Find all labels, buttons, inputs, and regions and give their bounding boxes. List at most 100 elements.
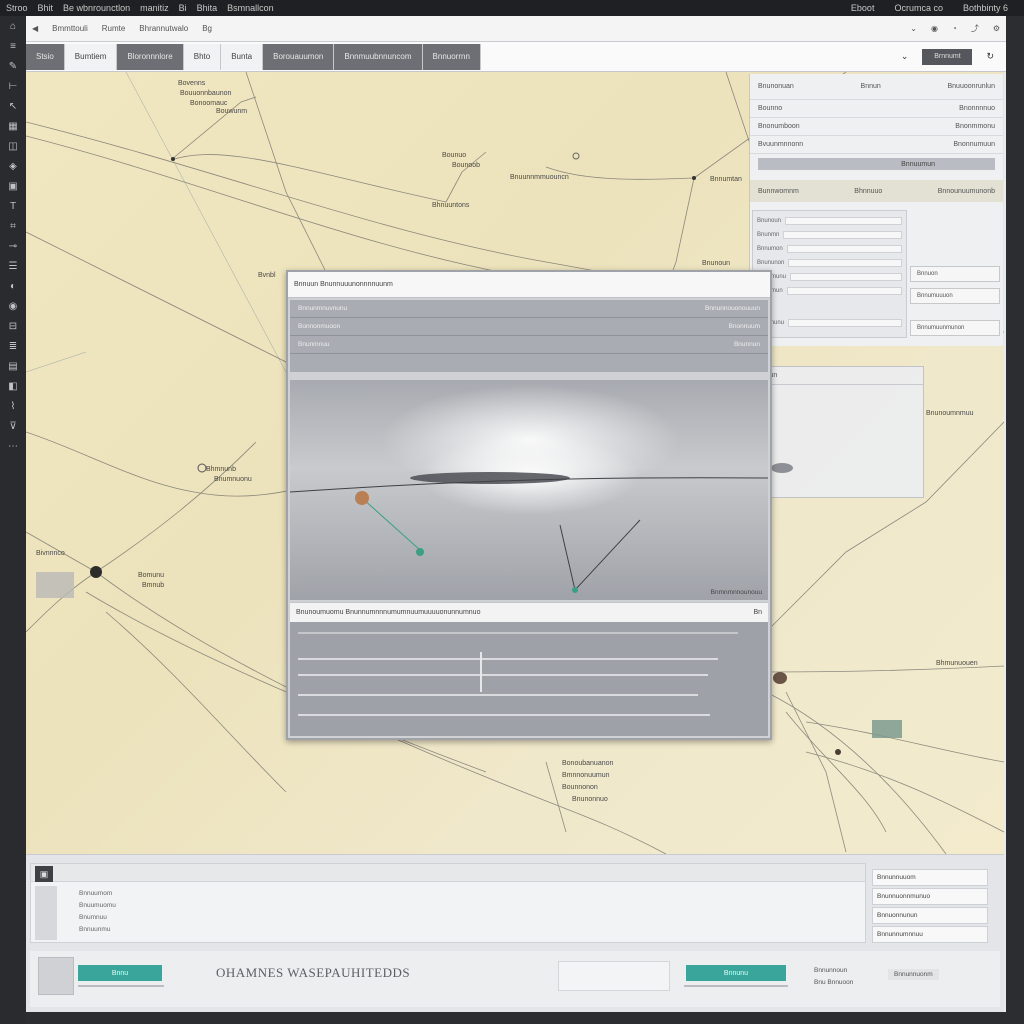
menu-item[interactable]: Bi [179,3,187,13]
pointer-icon[interactable]: ↖ [5,100,21,114]
timeline[interactable]: ▣ Bnnuumom Bnuumuomu Bnumnuu Bnnuunmu [30,863,866,943]
menu-status[interactable]: Bothbinty 6 [963,3,1008,13]
timeline-icon[interactable]: ▣ [35,866,53,882]
toolbar-item[interactable]: Bg [202,24,212,33]
thumbnail[interactable] [38,957,74,995]
crop-icon[interactable]: ⌗ [5,220,21,234]
menu-item[interactable]: Bhit [38,3,54,13]
list-item[interactable]: Bnnuonnunun [872,907,988,924]
list-item[interactable]: Bnunnuonnmunuo [872,888,988,905]
table-row[interactable]: Bnunmnuu Bnunnun [290,336,768,354]
clock-icon[interactable]: ◔ [952,24,957,33]
playhead[interactable] [480,652,482,692]
list-item[interactable]: Bnnunnuuom [872,869,988,886]
measure-icon[interactable]: ⊢ [5,80,21,94]
chevron-down-icon[interactable]: ⌄ [901,51,909,62]
tab[interactable]: Bloronnnlore [117,43,184,70]
refresh-icon[interactable]: ↻ [986,51,994,62]
property-value[interactable]: Bnonnumuun [953,141,995,148]
node-icon[interactable]: ◈ [5,160,21,174]
side-button[interactable]: Bnnuon [910,266,1000,282]
field-row[interactable]: Bnnumon [757,243,902,255]
tab[interactable]: Bnnmuubnnuncom [334,43,423,70]
menu-item[interactable]: Bsmnallcon [227,3,274,13]
layers-icon[interactable]: ≡ [5,40,21,54]
property-value[interactable]: Bnonmmonu [955,123,995,130]
side-button[interactable]: Bnnumuunmunon [910,320,1000,336]
stack-icon[interactable]: ≣ [5,340,21,354]
grid-icon[interactable]: ▦ [5,120,21,134]
toolbar-item[interactable]: Rumte [102,24,126,33]
field-label: Bnunmn [757,232,780,238]
toolbar-item[interactable]: Bhrannutwalo [139,24,188,33]
primary-button[interactable]: Bnnu [78,965,162,981]
image-icon[interactable]: ▣ [5,180,21,194]
chevron-icon[interactable]: ⌄ [910,24,917,33]
map-label: Bnnumtan [710,176,742,183]
tab[interactable]: Bhto [183,43,222,70]
properties-section[interactable]: Bunnwomnm Bhnnuuo Bnnounuumunonb [750,180,1003,202]
eye-icon[interactable]: ◉ [5,300,21,314]
menu-item[interactable]: Be wbnrounctlon [63,3,130,13]
path-icon[interactable]: ⌇ [5,400,21,414]
list-icon[interactable]: ☰ [5,260,21,274]
eye-icon[interactable]: ◉ [931,24,938,33]
toolbar-item[interactable]: Bmmttouli [52,24,88,33]
info-field[interactable]: Bnnunnuonm [888,969,939,980]
tab[interactable]: Bunta [221,43,264,70]
tab[interactable]: Stsio [26,43,65,70]
home-icon[interactable]: ⌂ [5,20,21,34]
tab[interactable]: Borouauumon [263,43,335,70]
tab[interactable]: Bumtiem [64,43,118,70]
text-icon[interactable]: T [5,200,21,214]
menu-item[interactable]: Bhita [197,3,218,13]
field-row[interactable]: Bnunmn [757,229,902,241]
preview-slot[interactable] [558,961,670,991]
menu-item[interactable]: manitiz [140,3,169,13]
more-icon[interactable]: ⋯ [5,440,21,454]
field-row[interactable]: Bnununon [757,257,902,269]
field-row[interactable]: Bnunmun [757,285,902,297]
map-label: Bonoubanuanon [562,760,614,767]
property-row[interactable]: Bvuunmnnonn Bnonnumuun [750,136,1003,154]
table-row[interactable]: Bnnunmnuvnunu Bnnunnouonouuun [290,300,768,318]
apply-button[interactable]: Brnnumt [922,48,973,65]
menu-status[interactable]: Eboot [851,3,875,13]
text-field[interactable] [783,231,902,239]
mask-icon[interactable]: ◧ [5,380,21,394]
text-field[interactable] [788,259,902,267]
text-field[interactable] [785,217,902,225]
menu-item[interactable]: Stroo [6,3,28,13]
toggle-knob-icon[interactable] [771,463,793,473]
fill-icon[interactable]: ◐ [5,280,21,294]
back-icon[interactable]: ◀ [32,24,38,33]
preview-viewport[interactable]: Bnmnmnnounouu [290,380,768,600]
property-label: Bvuunmnnonn [758,141,804,148]
share-icon[interactable]: ⤴ [971,23,979,34]
field-row[interactable]: Bnunmunu [757,271,902,283]
link-icon[interactable]: ⊸ [5,240,21,254]
secondary-button[interactable]: Bnnunu [686,965,786,981]
property-row[interactable]: Bounno Bnonnnnuo [750,100,1003,118]
section-mid: Bhnnuuo [854,187,883,195]
shape-icon[interactable]: ◫ [5,140,21,154]
list-item[interactable]: Bnnunnumnnuu [872,926,988,943]
pen-icon[interactable]: ✎ [5,60,21,74]
tab[interactable]: Bnnuorrnn [422,43,481,70]
field-row[interactable]: Bno lnunu [757,317,902,329]
property-slider[interactable]: Bnnuumun [758,158,995,170]
table-icon[interactable]: ▤ [5,360,21,374]
text-field[interactable] [790,273,902,281]
text-field[interactable] [788,319,902,327]
text-field[interactable] [786,287,902,295]
field-row[interactable]: Bnunoun [757,215,902,227]
menu-status[interactable]: Ocrumca co [894,3,943,13]
filter-icon[interactable]: ⊽ [5,420,21,434]
lock-icon[interactable]: ⊟ [5,320,21,334]
property-row[interactable]: Bnonumboon Bnonmmonu [750,118,1003,136]
text-field[interactable] [786,245,902,253]
side-button[interactable]: Bnnumuuuon [910,288,1000,304]
table-row[interactable]: Bonnonmuoon Bnonnuum [290,318,768,336]
settings-icon[interactable]: ⚙ [993,24,1000,33]
property-value[interactable]: Bnonnnnuo [959,105,995,112]
